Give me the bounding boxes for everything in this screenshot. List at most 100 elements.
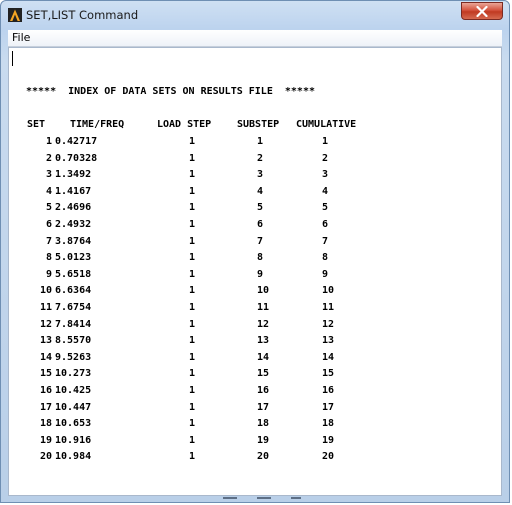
cell-substep: 7 <box>257 235 264 247</box>
menu-file[interactable]: File <box>12 31 30 44</box>
cell-time-freq: 10.984 <box>55 451 92 463</box>
table-row: 15 10.273 1 15 15 <box>9 368 501 385</box>
cell-load-step: 1 <box>189 285 196 297</box>
cell-substep: 2 <box>257 152 264 164</box>
cell-load-step: 1 <box>189 202 196 214</box>
cell-substep: 6 <box>257 218 264 230</box>
cell-substep: 4 <box>257 185 264 197</box>
cell-time-freq: 10.916 <box>55 434 92 446</box>
cell-time-freq: 2.4932 <box>55 218 92 230</box>
header-set: SET <box>27 119 46 130</box>
cell-cumulative: 11 <box>322 301 335 313</box>
cell-load-step: 1 <box>189 268 196 280</box>
cell-cumulative: 1 <box>322 136 329 147</box>
cell-substep: 1 <box>257 136 264 147</box>
table-row: 11 7.6754 1 11 11 <box>9 302 501 319</box>
cell-load-step: 1 <box>189 418 196 430</box>
cell-substep: 19 <box>257 434 270 446</box>
header-time-freq: TIME/FREQ <box>70 119 125 130</box>
cell-set: 15 <box>39 368 52 380</box>
table-row: 10 6.6364 1 10 10 <box>9 285 501 302</box>
table-row: 12 7.8414 1 12 12 <box>9 319 501 336</box>
window-title: SET,LIST Command <box>26 8 139 22</box>
cell-set: 10 <box>39 285 52 297</box>
cell-set: 2 <box>45 152 52 164</box>
cell-set: 3 <box>45 169 52 181</box>
cell-substep: 3 <box>257 169 264 181</box>
cell-cumulative: 13 <box>322 335 335 347</box>
table-row: 6 2.4932 1 6 6 <box>9 219 501 236</box>
resize-grip[interactable] <box>257 497 271 499</box>
cell-load-step: 1 <box>189 218 196 230</box>
table-row: 9 5.6518 1 9 9 <box>9 269 501 286</box>
cell-cumulative: 17 <box>322 401 335 413</box>
cell-substep: 20 <box>257 451 270 463</box>
cell-cumulative: 6 <box>322 218 329 230</box>
cell-time-freq: 5.0123 <box>55 252 92 264</box>
cell-load-step: 1 <box>189 351 196 363</box>
cell-substep: 13 <box>257 335 270 347</box>
cell-time-freq: 0.70328 <box>55 152 98 164</box>
table-row: 17 10.447 1 17 17 <box>9 402 501 419</box>
table-row: 8 5.0123 1 8 8 <box>9 252 501 269</box>
cell-load-step: 1 <box>189 185 196 197</box>
close-icon <box>476 6 488 17</box>
table-row: 2 0.70328 1 2 2 <box>9 153 501 170</box>
cell-cumulative: 15 <box>322 368 335 380</box>
ansys-logo-icon <box>8 8 22 22</box>
cell-cumulative: 18 <box>322 418 335 430</box>
cell-time-freq: 10.273 <box>55 368 92 380</box>
table-row: 18 10.653 1 18 18 <box>9 418 501 435</box>
cell-substep: 5 <box>257 202 264 214</box>
cell-substep: 15 <box>257 368 270 380</box>
cell-cumulative: 16 <box>322 384 335 396</box>
cell-load-step: 1 <box>189 335 196 347</box>
resize-grip[interactable] <box>291 497 301 499</box>
cell-set: 1 <box>45 136 52 147</box>
cell-load-step: 1 <box>189 301 196 313</box>
cell-time-freq: 5.6518 <box>55 268 92 280</box>
text-cursor <box>12 51 13 66</box>
cell-substep: 11 <box>257 301 270 313</box>
table-row: 4 1.4167 1 4 4 <box>9 186 501 203</box>
cell-substep: 14 <box>257 351 270 363</box>
cell-time-freq: 10.447 <box>55 401 92 413</box>
window-bottom-border <box>1 494 509 502</box>
header-substep: SUBSTEP <box>237 119 280 130</box>
cell-cumulative: 3 <box>322 169 329 181</box>
cell-set: 12 <box>39 318 52 330</box>
cell-set: 14 <box>39 351 52 363</box>
cell-time-freq: 1.3492 <box>55 169 92 181</box>
cell-time-freq: 10.425 <box>55 384 92 396</box>
cell-cumulative: 19 <box>322 434 335 446</box>
resize-grip[interactable] <box>223 497 237 499</box>
cell-time-freq: 10.653 <box>55 418 92 430</box>
cell-set: 11 <box>39 301 52 313</box>
cell-load-step: 1 <box>189 152 196 164</box>
output-text-area[interactable]: ***** INDEX OF DATA SETS ON RESULTS FILE… <box>8 47 502 496</box>
cell-load-step: 1 <box>189 136 196 147</box>
close-button[interactable] <box>461 2 503 20</box>
cell-time-freq: 1.4167 <box>55 185 92 197</box>
cell-substep: 12 <box>257 318 270 330</box>
cell-set: 5 <box>45 202 52 214</box>
cell-cumulative: 5 <box>322 202 329 214</box>
cell-time-freq: 7.8414 <box>55 318 92 330</box>
cell-cumulative: 4 <box>322 185 329 197</box>
menu-bar: File <box>8 30 502 47</box>
cell-time-freq: 6.6364 <box>55 285 92 297</box>
cell-time-freq: 9.5263 <box>55 351 92 363</box>
cell-cumulative: 10 <box>322 285 335 297</box>
cell-time-freq: 7.6754 <box>55 301 92 313</box>
table-row: 19 10.916 1 19 19 <box>9 435 501 452</box>
cell-set: 16 <box>39 384 52 396</box>
cell-substep: 17 <box>257 401 270 413</box>
cell-set: 17 <box>39 401 52 413</box>
cell-load-step: 1 <box>189 451 196 463</box>
title-bar[interactable]: SET,LIST Command <box>1 1 509 29</box>
table-row: 7 3.8764 1 7 7 <box>9 236 501 253</box>
cell-time-freq: 2.4696 <box>55 202 92 214</box>
cell-cumulative: 2 <box>322 152 329 164</box>
cell-set: 9 <box>45 268 52 280</box>
table-row: 5 2.4696 1 5 5 <box>9 202 501 219</box>
